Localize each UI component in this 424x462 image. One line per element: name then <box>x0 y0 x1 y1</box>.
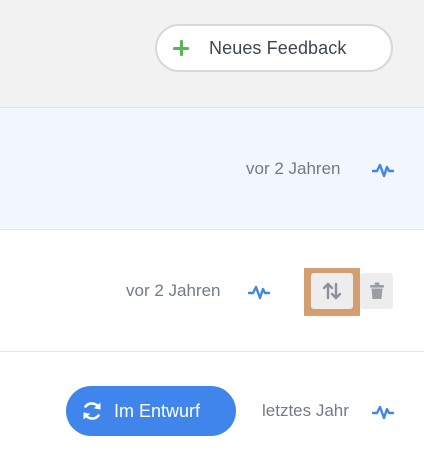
row-timestamp: vor 2 Jahren <box>246 159 341 178</box>
draft-status-label: Im Entwurf <box>114 400 201 421</box>
feedback-row[interactable]: vor 2 Jahren <box>0 108 424 230</box>
sort-icon <box>322 282 342 300</box>
activity-icon <box>248 285 270 300</box>
row-timestamp: letztes Jahr <box>262 401 349 420</box>
new-feedback-button[interactable]: Neues Feedback <box>155 24 393 72</box>
refresh-icon <box>83 402 101 420</box>
draft-status-button[interactable]: Im Entwurf <box>66 386 236 436</box>
activity-icon <box>372 163 394 178</box>
new-feedback-label: Neues Feedback <box>209 37 347 58</box>
row-timestamp: vor 2 Jahren <box>126 281 221 300</box>
trash-icon <box>369 282 384 299</box>
activity-icon <box>372 405 394 420</box>
sort-button[interactable] <box>311 273 353 309</box>
plus-icon <box>173 40 189 56</box>
top-toolbar: Neues Feedback <box>0 0 424 108</box>
delete-button[interactable] <box>360 273 393 309</box>
